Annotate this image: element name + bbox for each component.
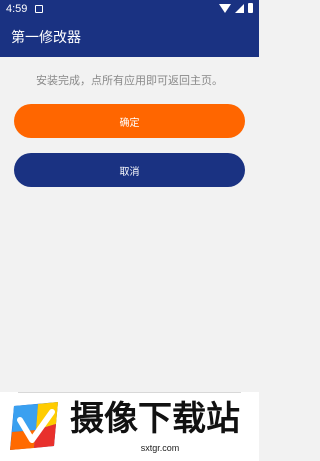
app-bar: 第一修改器 [0,20,259,57]
banner-title: 摄像下载站 [70,399,240,439]
confirm-button[interactable]: 确定 [14,104,245,138]
watermark-banner: 摄像下载站 sxtgr.com [0,392,259,461]
app-title: 第一修改器 [11,30,81,46]
download-site-logo [10,402,58,450]
banner-divider [18,392,241,393]
signal-icon [235,4,244,13]
status-bar: 4:59 [0,0,259,20]
status-time: 4:59 [6,3,28,15]
install-complete-message: 安装完成，点所有应用即可返回主页。 [36,74,223,87]
banner-url: sxtgr.com [140,443,180,453]
battery-icon [248,3,253,13]
status-icons [219,3,253,13]
notification-icon [35,5,43,13]
wifi-icon [219,4,231,13]
cancel-button[interactable]: 取消 [14,153,245,187]
